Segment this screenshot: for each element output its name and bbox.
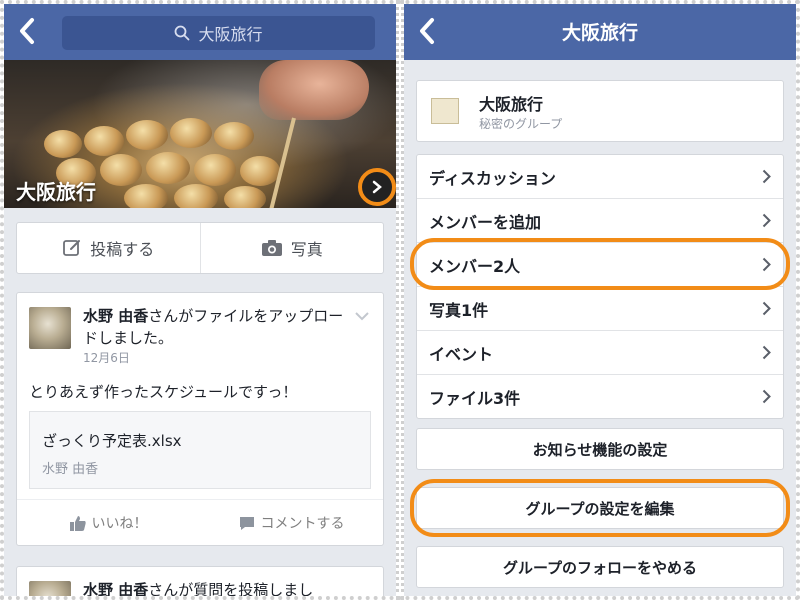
group-privacy: 秘密のグループ <box>479 117 563 131</box>
group-menu: ディスカッション メンバーを追加 メンバー2人 写真1件 イベント ファイル3件 <box>416 154 784 419</box>
menu-item-label: メンバー2人 <box>429 256 521 276</box>
group-name: 大阪旅行 <box>479 95 544 114</box>
chevron-right-icon <box>372 180 382 194</box>
search-text: 大阪旅行 <box>198 25 263 44</box>
notification-settings-button[interactable]: お知らせ機能の設定 <box>416 428 784 470</box>
group-menu-screen: 大阪旅行 大阪旅行 秘密のグループ ディスカッション メンバーを追加 メンバー2… <box>404 4 796 596</box>
group-header-card[interactable]: 大阪旅行 秘密のグループ <box>416 80 784 142</box>
menu-item-photos[interactable]: 写真1件 <box>417 287 783 331</box>
comment-label: コメントする <box>260 516 345 532</box>
group-info-button[interactable] <box>358 168 396 206</box>
back-chevron-icon <box>20 18 34 44</box>
notification-settings-label: お知らせ機能の設定 <box>532 440 668 459</box>
menu-item-label: 写真1件 <box>429 300 489 320</box>
cover-food-shape <box>100 154 142 186</box>
post-body: とりあえず作ったスケジュールですっ！ <box>29 383 298 401</box>
edit-group-settings-button[interactable]: グループの設定を編集 <box>416 487 784 529</box>
group-feed-screen: 大阪旅行 大阪旅行 投稿する 写真 水野 由香さんがファイルをアップロードしまし… <box>4 4 396 596</box>
menu-item-add-member[interactable]: メンバーを追加 <box>417 199 783 243</box>
search-icon <box>175 25 190 41</box>
cover-food-shape <box>126 120 168 150</box>
post-actions: いいね！ コメントする <box>17 499 383 546</box>
post-card: 水野 由香さんが質問を投稿しまし <box>16 566 384 596</box>
cover-title: 大阪旅行 <box>16 180 96 204</box>
cover-food-shape <box>214 122 254 150</box>
navbar: 大阪旅行 <box>4 4 396 60</box>
cover-hand-shape <box>259 60 369 120</box>
composer-bar: 投稿する 写真 <box>16 222 384 274</box>
cover-food-shape <box>240 156 280 186</box>
menu-item-label: ファイル3件 <box>429 388 521 408</box>
chevron-right-icon <box>762 169 771 184</box>
chevron-right-icon <box>762 301 771 316</box>
post-card: 水野 由香さんがファイルをアップロードしました。 12月6日 とりあえず作ったス… <box>16 292 384 546</box>
unfollow-group-button[interactable]: グループのフォローをやめる <box>416 546 784 588</box>
cover-food-shape <box>224 186 266 208</box>
search-input[interactable]: 大阪旅行 <box>62 16 375 50</box>
back-button[interactable] <box>18 17 44 47</box>
navbar: 大阪旅行 <box>404 4 796 60</box>
menu-item-discussion[interactable]: ディスカッション <box>417 155 783 199</box>
chevron-down-icon[interactable] <box>355 311 369 321</box>
post-author[interactable]: 水野 由香 <box>83 307 148 325</box>
attachment-filename: ざっくり予定表.xlsx <box>42 432 182 450</box>
post-action-text: さんが質問を投稿しまし <box>148 581 314 596</box>
file-attachment[interactable]: ざっくり予定表.xlsx 水野 由香 <box>29 411 371 489</box>
photo-button[interactable]: 写真 <box>199 223 384 273</box>
menu-item-label: イベント <box>429 344 494 364</box>
avatar[interactable] <box>29 307 71 349</box>
page-title: 大阪旅行 <box>561 22 638 44</box>
cover-food-shape <box>174 184 218 208</box>
unfollow-group-label: グループのフォローをやめる <box>502 558 698 577</box>
post-header: 水野 由香さんが質問を投稿しまし <box>83 579 353 596</box>
cover-food-shape <box>146 152 190 184</box>
post-author[interactable]: 水野 由香 <box>83 581 148 596</box>
cover-food-shape <box>84 126 124 156</box>
menu-item-files[interactable]: ファイル3件 <box>417 375 783 418</box>
cover-food-shape <box>194 154 236 186</box>
camera-icon <box>261 240 282 256</box>
compose-icon <box>63 240 81 256</box>
avatar[interactable] <box>29 581 71 596</box>
cover-photo[interactable]: 大阪旅行 <box>4 60 396 208</box>
chevron-right-icon <box>762 389 771 404</box>
menu-item-label: ディスカッション <box>429 168 556 188</box>
attachment-owner: 水野 由香 <box>42 462 99 477</box>
post-button[interactable]: 投稿する <box>17 223 200 273</box>
menu-item-label: メンバーを追加 <box>429 212 542 232</box>
edit-group-settings-label: グループの設定を編集 <box>525 499 675 518</box>
cover-food-shape <box>124 184 168 208</box>
cover-food-shape <box>44 130 82 158</box>
post-button-label: 投稿する <box>90 240 155 259</box>
post-header: 水野 由香さんがファイルをアップロードしました。 <box>83 305 353 349</box>
post-date: 12月6日 <box>83 351 130 365</box>
comment-icon <box>239 516 254 530</box>
like-button[interactable]: いいね！ <box>17 500 200 546</box>
cover-food-shape <box>170 118 212 148</box>
chevron-right-icon <box>762 213 771 228</box>
menu-item-members[interactable]: メンバー2人 <box>417 243 783 287</box>
chevron-right-icon <box>762 257 771 272</box>
menu-item-events[interactable]: イベント <box>417 331 783 375</box>
panel-divider <box>396 0 404 600</box>
chevron-right-icon <box>762 345 771 360</box>
like-label: いいね！ <box>91 516 148 532</box>
comment-button[interactable]: コメントする <box>200 500 383 546</box>
group-icon <box>431 98 459 124</box>
thumbs-up-icon <box>69 515 86 531</box>
photo-button-label: 写真 <box>290 240 323 259</box>
